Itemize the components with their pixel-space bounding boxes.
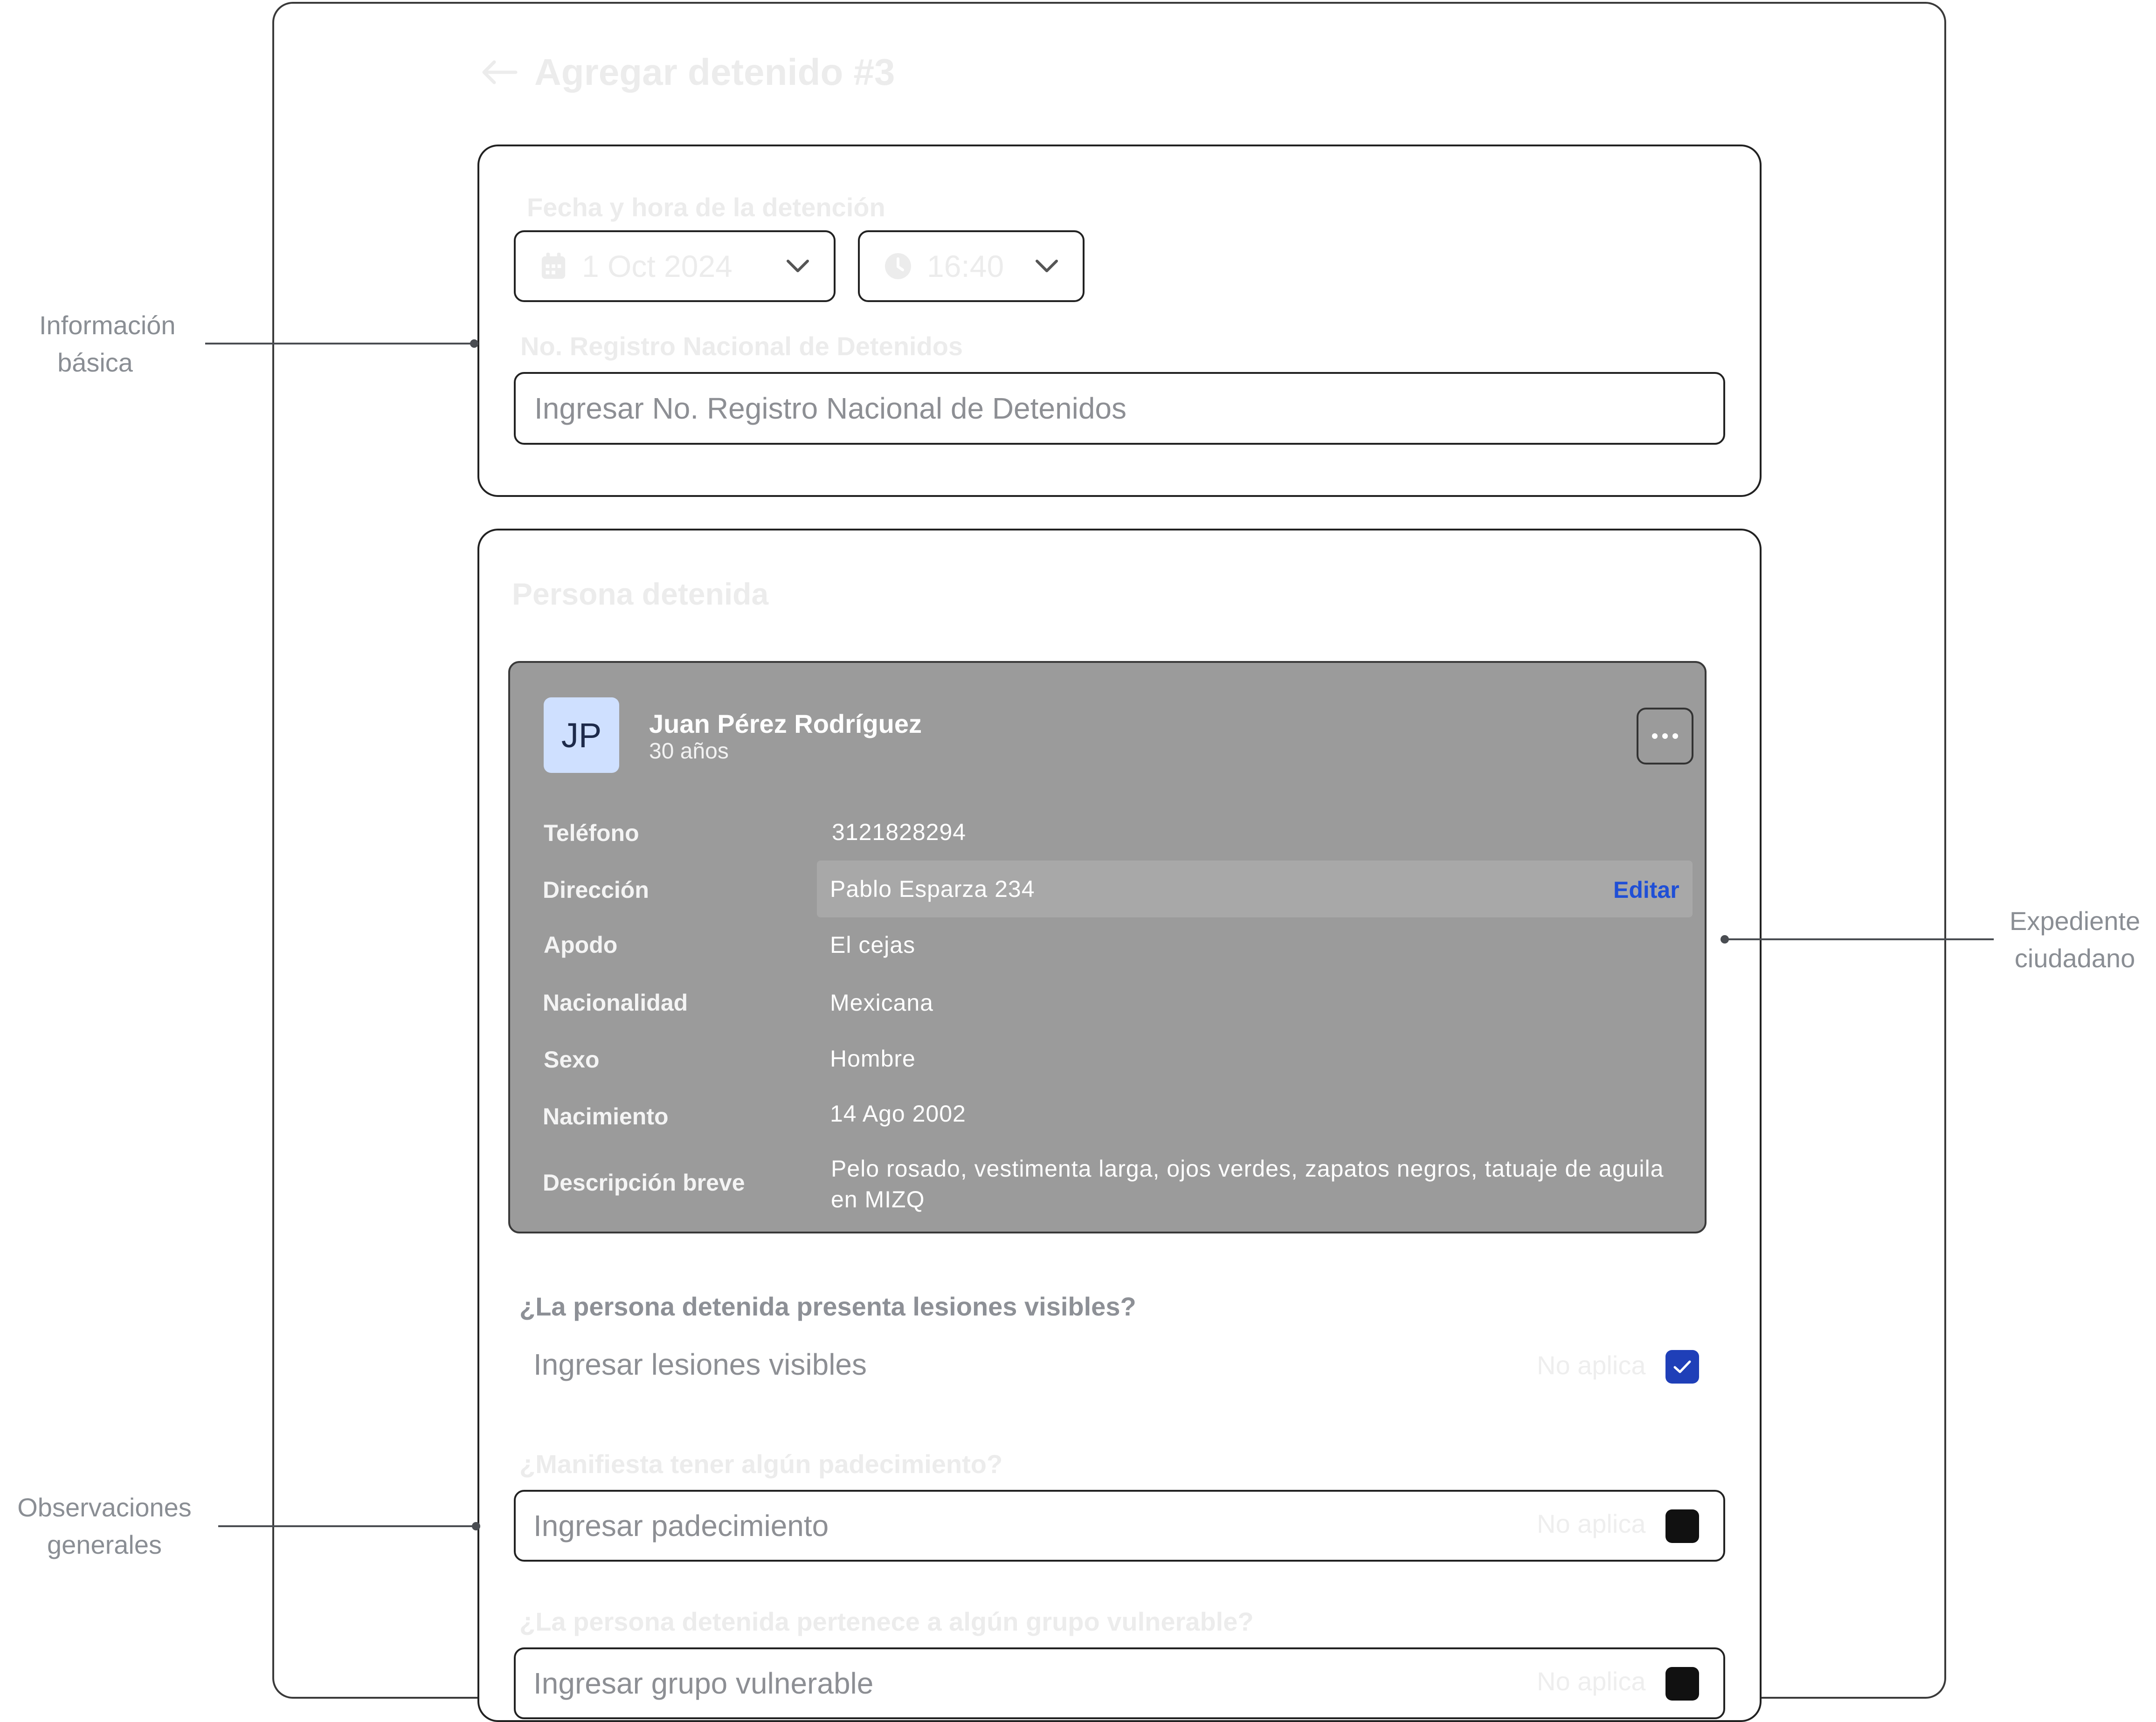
annotation-dot [472,1522,480,1530]
row-label-sex: Sexo [544,1047,600,1073]
registry-input[interactable]: Ingresar No. Registro Nacional de Deteni… [514,372,1725,445]
row-label-birth: Nacimiento [543,1103,669,1130]
calendar-icon [541,253,566,279]
detainee-section-title: Persona detenida [512,577,769,611]
avatar-initials: JP [561,716,602,755]
annotation-line [218,1525,479,1527]
annotation-line [1725,938,1994,940]
avatar: JP [544,697,619,773]
annotation-line [205,343,477,344]
detainee-age: 30 años [649,739,729,764]
registry-placeholder: Ingresar No. Registro Nacional de Deteni… [534,392,1126,425]
more-horizontal-icon [1652,733,1678,739]
annotation-general-observations: Observaciones generales [17,1493,192,1559]
chevron-down-icon [787,260,809,272]
arrow-left-icon[interactable] [480,58,518,86]
row-label-phone: Teléfono [544,820,639,846]
row-label-nationality: Nacionalidad [543,990,688,1016]
condition-na-label: No aplica [1537,1509,1646,1538]
vulnerable-question: ¿La persona detenida pertenece a algún g… [519,1607,1254,1636]
date-dropdown[interactable]: 1 Oct 2024 [514,230,836,302]
date-time-label: Fecha y hora de la detención [527,193,885,222]
vulnerable-na-label: No aplica [1537,1667,1646,1696]
time-dropdown[interactable]: 16:40 [858,230,1085,302]
injuries-na-checkbox[interactable] [1665,1350,1699,1384]
condition-placeholder: Ingresar padecimiento [533,1509,829,1543]
page-header: Agregar detenido #3 [480,49,895,96]
registry-label: No. Registro Nacional de Detenidos [520,331,963,361]
injuries-na-label: No aplica [1537,1350,1646,1380]
page-title: Agregar detenido #3 [534,51,895,93]
row-value-address: Pablo Esparza 234 [830,876,1035,902]
row-value-birth: 14 Ago 2002 [830,1101,966,1127]
more-options-button[interactable] [1637,708,1693,765]
row-label-description: Descripción breve [543,1170,745,1196]
annotation-citizen-record: Expediente ciudadano [2009,906,2141,973]
row-label-nickname: Apodo [544,932,618,958]
row-value-phone: 3121828294 [832,819,967,845]
vulnerable-na-checkbox[interactable] [1665,1667,1699,1701]
annotation-dot [470,339,478,348]
injuries-question: ¿La persona detenida presenta lesiones v… [519,1292,1136,1321]
edit-address-link[interactable]: Editar [1613,876,1679,903]
check-icon [1673,1360,1691,1373]
condition-question: ¿Manifiesta tener algún padecimiento? [519,1449,1003,1479]
row-value-nickname: El cejas [830,932,916,958]
row-value-sex: Hombre [830,1046,916,1072]
date-value: 1 Oct 2024 [582,249,732,283]
row-value-nationality: Mexicana [830,990,933,1016]
chevron-down-icon [1036,260,1058,272]
detainee-name: Juan Pérez Rodríguez [649,709,922,738]
row-value-description: Pelo rosado, vestimenta larga, ojos verd… [831,1156,1664,1212]
injuries-placeholder[interactable]: Ingresar lesiones visibles [516,1347,867,1382]
annotation-basic-info: Información básica [39,310,176,377]
clock-icon [885,253,911,279]
row-label-address: Dirección [543,877,649,903]
condition-na-checkbox[interactable] [1665,1509,1699,1543]
annotation-dot [1721,935,1729,944]
time-value: 16:40 [927,249,1004,283]
